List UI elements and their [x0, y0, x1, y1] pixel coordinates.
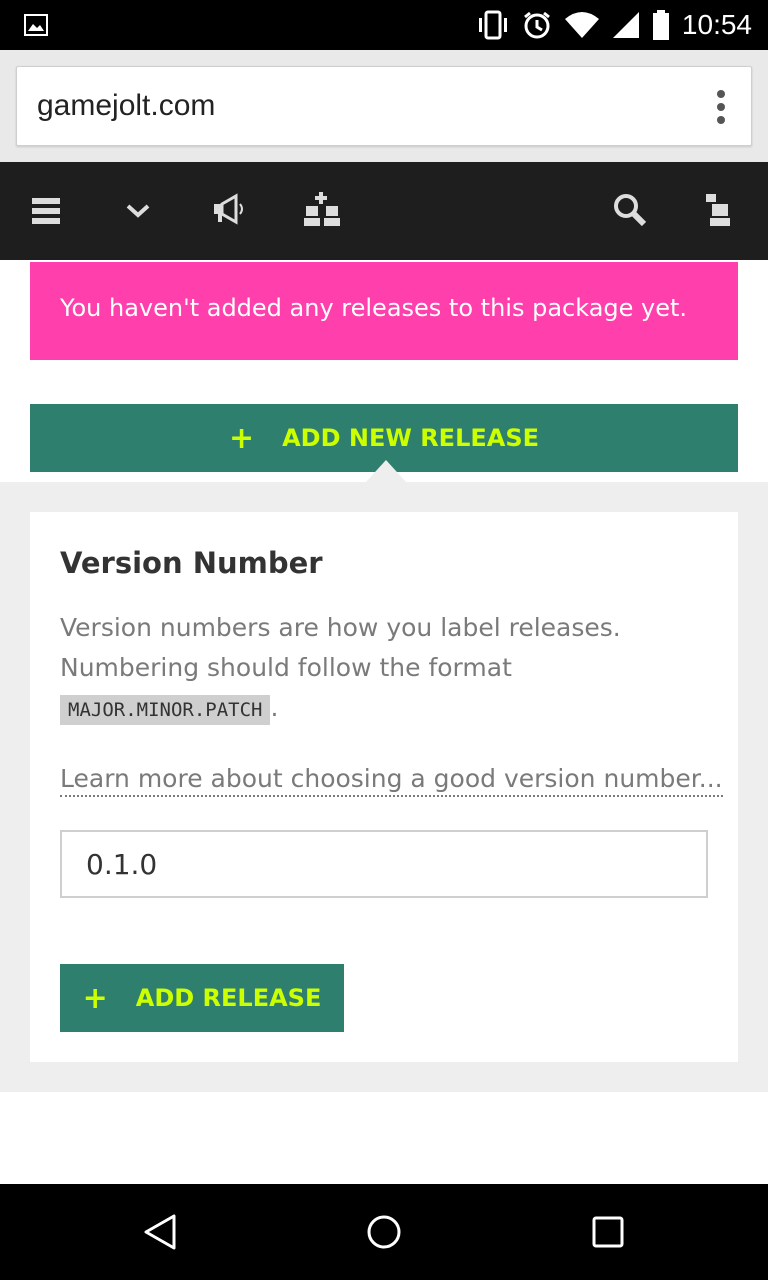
wifi-icon: [564, 12, 599, 38]
user-icon[interactable]: [700, 190, 740, 230]
hamburger-menu-icon[interactable]: [26, 190, 66, 230]
url-bar[interactable]: gamejolt.com: [16, 66, 752, 146]
image-icon: [24, 14, 48, 36]
back-icon[interactable]: [140, 1212, 180, 1252]
more-vert-icon[interactable]: [715, 89, 727, 125]
signal-icon: [612, 12, 639, 38]
popover-notch: [366, 460, 406, 482]
plus-icon: +: [82, 980, 108, 1016]
add-release-button[interactable]: + ADD RELEASE: [60, 964, 344, 1032]
url-text[interactable]: gamejolt.com: [37, 89, 215, 123]
plus-icon: +: [228, 420, 255, 456]
version-number-input[interactable]: [60, 830, 708, 898]
add-new-release-label: ADD NEW RELEASE: [282, 424, 540, 452]
status-icons: 10:54: [476, 8, 752, 42]
format-code: MAJOR.MINOR.PATCH: [60, 695, 271, 725]
vibrate-icon: [478, 10, 507, 40]
site-navbar: [0, 162, 768, 260]
clock: 10:54: [681, 9, 752, 40]
alarm-icon: [523, 11, 550, 39]
learn-more-link[interactable]: Learn more about choosing a good version…: [60, 764, 723, 797]
description-line-3: MAJOR.MINOR.PATCH.: [60, 688, 710, 730]
chevron-down-icon[interactable]: [118, 190, 158, 230]
description-line-1: Version numbers are how you label releas…: [60, 613, 621, 642]
search-icon[interactable]: [610, 190, 650, 230]
recents-icon[interactable]: [588, 1212, 628, 1252]
browser-toolbar: gamejolt.com: [0, 50, 768, 162]
add-friend-icon[interactable]: [302, 190, 342, 230]
description-line-2: Numbering should follow the format: [60, 653, 512, 682]
android-nav-bar: [0, 1184, 768, 1280]
battery-icon: [652, 10, 669, 40]
add-release-label: ADD RELEASE: [135, 984, 322, 1012]
form-title: Version Number: [60, 546, 323, 580]
form-description: Version numbers are how you label releas…: [60, 608, 710, 730]
no-releases-alert: You haven't added any releases to this p…: [30, 262, 738, 360]
megaphone-icon[interactable]: [210, 190, 250, 230]
release-form-card: Version Number Version numbers are how y…: [30, 512, 738, 1062]
home-icon[interactable]: [364, 1212, 404, 1252]
alert-text: You haven't added any releases to this p…: [60, 294, 688, 322]
format-suffix: .: [270, 693, 279, 722]
status-bar: 10:54: [0, 0, 768, 50]
